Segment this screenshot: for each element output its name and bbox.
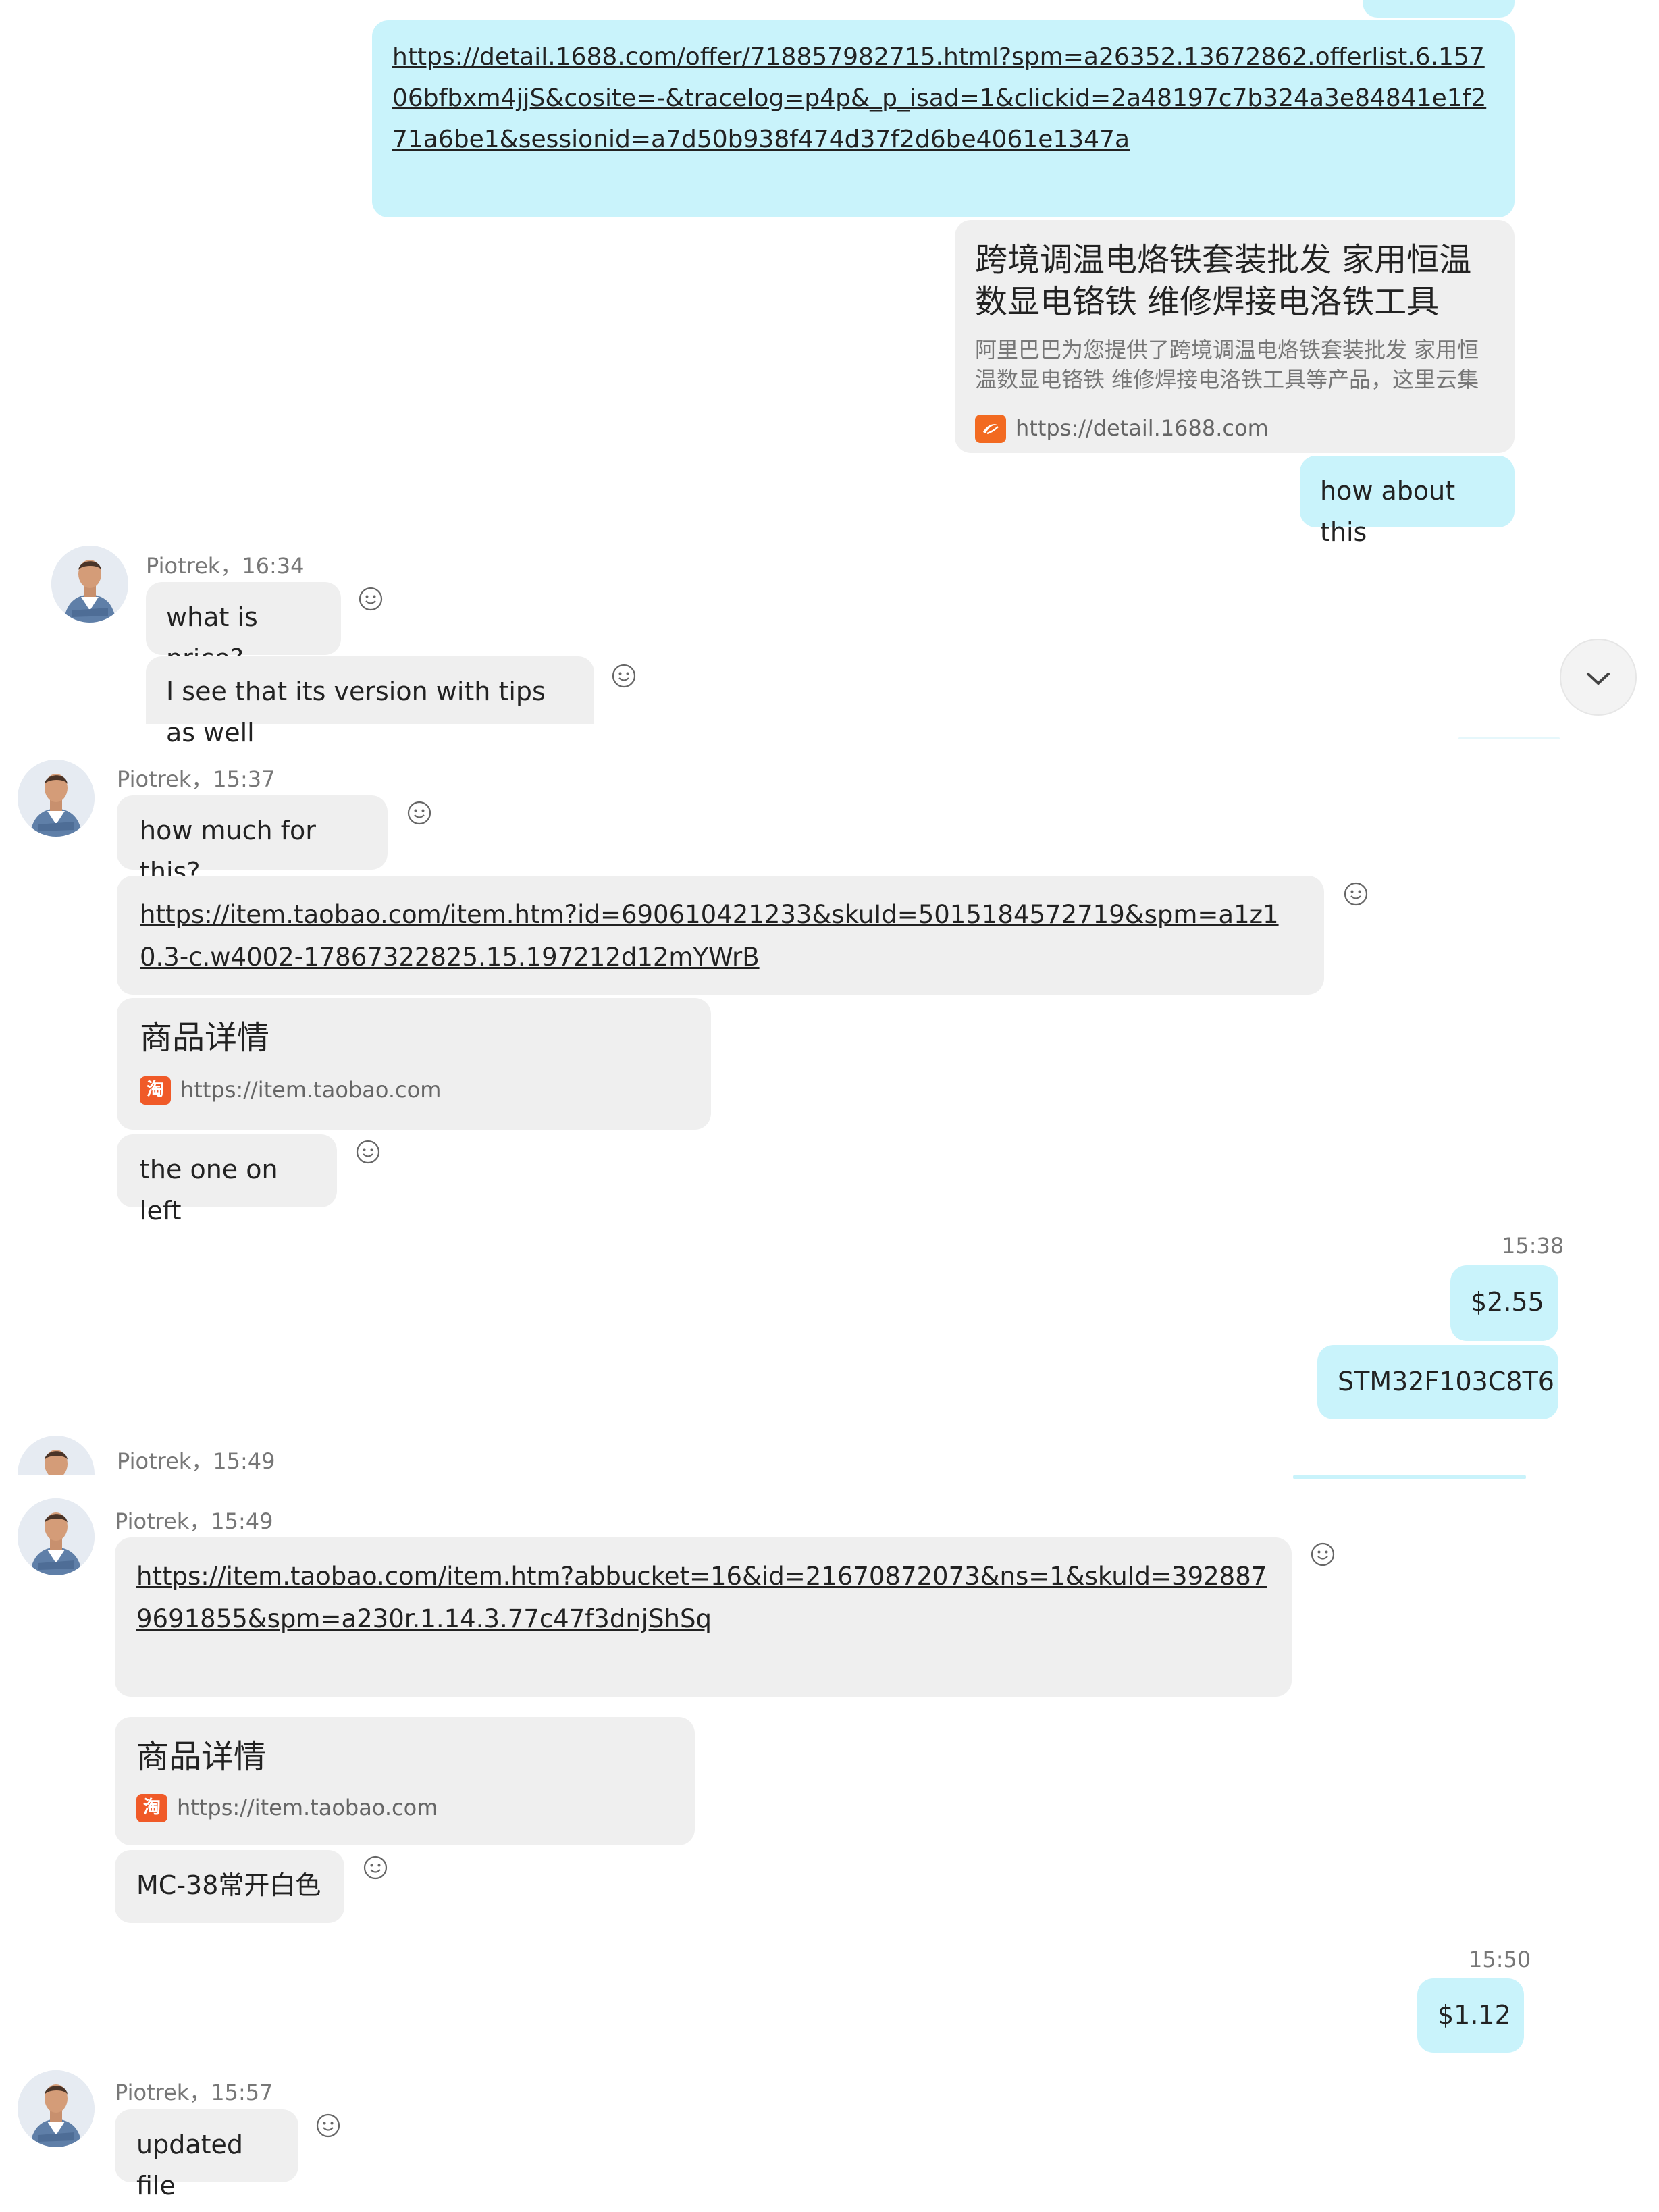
smile-icon[interactable] bbox=[1344, 882, 1368, 906]
link-preview-card-1688[interactable]: 跨境调温电烙铁套装批发 家用恒温数显电铬铁 维修焊接电洛铁工具 阿里巴巴为您提供… bbox=[955, 220, 1515, 453]
smile-icon[interactable] bbox=[356, 1140, 380, 1164]
message-incoming[interactable]: I see that its version with tips as well bbox=[146, 656, 594, 747]
smile-icon[interactable] bbox=[612, 664, 636, 688]
message-link[interactable]: https://item.taobao.com/item.htm?id=6906… bbox=[140, 900, 1279, 972]
message-text: the one on left bbox=[140, 1155, 278, 1226]
sender-meta: Piotrek，16:34 bbox=[146, 553, 305, 579]
message-link[interactable]: https://detail.1688.com/offer/7188579827… bbox=[392, 43, 1486, 153]
sender-meta: Piotrek，15:57 bbox=[115, 2080, 273, 2105]
partial-bubble-top bbox=[1363, 0, 1515, 18]
message-text: updated file bbox=[136, 2130, 244, 2201]
alibaba-icon bbox=[975, 414, 1006, 443]
message-incoming[interactable]: what is price? bbox=[146, 582, 341, 673]
message-incoming-link[interactable]: https://item.taobao.com/item.htm?abbucke… bbox=[115, 1537, 1292, 1697]
message-incoming[interactable]: MC-38常开白色 bbox=[115, 1850, 344, 1923]
sender-meta: Piotrek，15:49 bbox=[115, 1508, 273, 1534]
timestamp: 15:38 bbox=[1502, 1233, 1564, 1259]
avatar[interactable] bbox=[18, 1498, 95, 1575]
card-title: 商品详情 bbox=[140, 1019, 270, 1057]
card-title: 跨境调温电烙铁套装批发 家用恒温数显电铬铁 维修焊接电洛铁工具 bbox=[975, 241, 1472, 321]
card-title: 商品详情 bbox=[136, 1738, 267, 1776]
message-link[interactable]: https://item.taobao.com/item.htm?abbucke… bbox=[136, 1562, 1267, 1633]
chevron-down-icon bbox=[1587, 673, 1610, 685]
smile-icon[interactable] bbox=[359, 587, 383, 611]
smile-icon[interactable] bbox=[363, 1855, 388, 1880]
message-outgoing[interactable]: STM32F103C8T6 bbox=[1317, 1345, 1558, 1419]
message-text: MC-38常开白色 bbox=[136, 1870, 321, 1900]
message-outgoing-link[interactable]: https://detail.1688.com/offer/7188579827… bbox=[372, 20, 1515, 217]
message-text: how about this bbox=[1320, 476, 1456, 547]
divider bbox=[1458, 737, 1560, 739]
avatar-clipped bbox=[18, 1436, 95, 1475]
message-text: $1.12 bbox=[1438, 2000, 1511, 2030]
taobao-icon: 淘 bbox=[136, 1793, 167, 1822]
sender-meta: Piotrek，15:49 bbox=[117, 1448, 275, 1474]
card-source: 淘 https://item.taobao.com bbox=[140, 1070, 688, 1111]
card-source-url: https://detail.1688.com bbox=[1016, 415, 1269, 441]
card-source: 淘 https://item.taobao.com bbox=[136, 1787, 673, 1828]
message-incoming-link[interactable]: https://item.taobao.com/item.htm?id=6906… bbox=[117, 876, 1324, 995]
scroll-to-bottom-button[interactable] bbox=[1560, 639, 1637, 716]
card-source: https://detail.1688.com bbox=[975, 408, 1494, 449]
message-outgoing[interactable]: $2.55 bbox=[1450, 1265, 1558, 1341]
smile-icon[interactable] bbox=[316, 2113, 340, 2138]
avatar[interactable] bbox=[18, 760, 95, 837]
card-source-url: https://item.taobao.com bbox=[177, 1795, 438, 1820]
link-preview-card-taobao[interactable]: 商品详情 淘 https://item.taobao.com bbox=[117, 998, 711, 1130]
message-incoming[interactable]: the one on left bbox=[117, 1134, 337, 1226]
message-text: I see that its version with tips as well bbox=[166, 677, 546, 747]
card-description: 阿里巴巴为您提供了跨境调温电烙铁套装批发 家用恒温数显电铬铁 维修焊接电洛铁工具… bbox=[975, 337, 1479, 392]
message-text: STM32F103C8T6 bbox=[1338, 1367, 1554, 1396]
sender-meta: Piotrek，15:37 bbox=[117, 766, 275, 792]
divider bbox=[1293, 1475, 1526, 1479]
avatar[interactable] bbox=[51, 546, 128, 623]
link-preview-card-taobao[interactable]: 商品详情 淘 https://item.taobao.com bbox=[115, 1717, 695, 1845]
card-source-url: https://item.taobao.com bbox=[180, 1077, 442, 1103]
message-outgoing[interactable]: how about this bbox=[1300, 456, 1515, 547]
message-outgoing[interactable]: $1.12 bbox=[1417, 1978, 1524, 2053]
message-incoming[interactable]: how much for this? bbox=[117, 795, 388, 887]
smile-icon[interactable] bbox=[407, 801, 431, 825]
message-text: $2.55 bbox=[1471, 1287, 1544, 1317]
avatar[interactable] bbox=[18, 2070, 95, 2147]
message-incoming[interactable]: updated file bbox=[115, 2109, 298, 2201]
smile-icon[interactable] bbox=[1311, 1542, 1335, 1566]
taobao-icon: 淘 bbox=[140, 1076, 171, 1105]
timestamp: 15:50 bbox=[1469, 1947, 1531, 1972]
